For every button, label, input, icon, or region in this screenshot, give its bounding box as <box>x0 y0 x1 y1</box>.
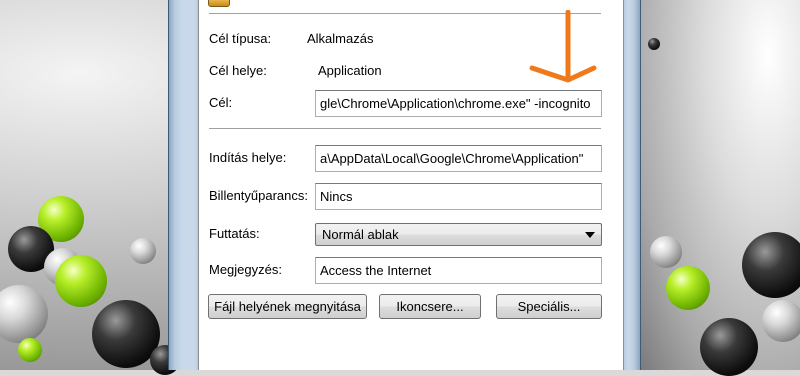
separator-middle <box>209 128 601 130</box>
open-file-location-button[interactable]: Fájl helyének megnyitása <box>208 294 367 319</box>
black-sphere <box>700 318 758 376</box>
change-icon-button[interactable]: Ikoncsere... <box>379 294 481 319</box>
comment-input-text: Access the Internet <box>320 263 432 278</box>
black-sphere <box>648 38 660 50</box>
black-sphere <box>742 232 800 298</box>
silver-sphere <box>650 236 682 268</box>
comment-label: Megjegyzés: <box>209 262 282 277</box>
comment-input[interactable]: Access the Internet <box>315 257 602 284</box>
target-location-value: Application <box>318 63 382 78</box>
chevron-down-icon[interactable] <box>585 232 595 238</box>
target-type-value: Alkalmazás <box>307 31 374 46</box>
down-arrow-icon <box>529 10 597 83</box>
silver-sphere <box>762 300 800 342</box>
start-in-input-text: a\AppData\Local\Google\Chrome\Applicatio… <box>320 151 584 166</box>
run-mode-selected: Normál ablak <box>322 227 399 242</box>
window-frame-right <box>622 0 641 370</box>
run-mode-dropdown[interactable]: Normál ablak <box>315 223 602 246</box>
target-label: Cél: <box>209 95 233 110</box>
target-input[interactable]: gle\Chrome\Application\chrome.exe" -inco… <box>315 90 602 117</box>
green-sphere <box>18 338 42 362</box>
target-type-label: Cél típusa: <box>209 31 272 46</box>
run-label: Futtatás: <box>209 226 260 241</box>
green-sphere <box>55 255 107 307</box>
advanced-button[interactable]: Speciális... <box>496 294 602 319</box>
green-sphere <box>666 266 710 310</box>
shortcut-key-input[interactable]: Nincs <box>315 183 602 210</box>
shortcut-icon <box>208 0 230 7</box>
target-location-label: Cél helye: <box>209 63 267 78</box>
start-in-input[interactable]: a\AppData\Local\Google\Chrome\Applicatio… <box>315 145 602 172</box>
shortcut-key-input-text: Nincs <box>320 189 353 204</box>
target-input-text: gle\Chrome\Application\chrome.exe" -inco… <box>320 96 591 111</box>
silver-sphere <box>130 238 156 264</box>
start-in-label: Indítás helye: <box>209 150 287 165</box>
shortcut-key-label: Billentyűparancs: <box>209 188 308 203</box>
